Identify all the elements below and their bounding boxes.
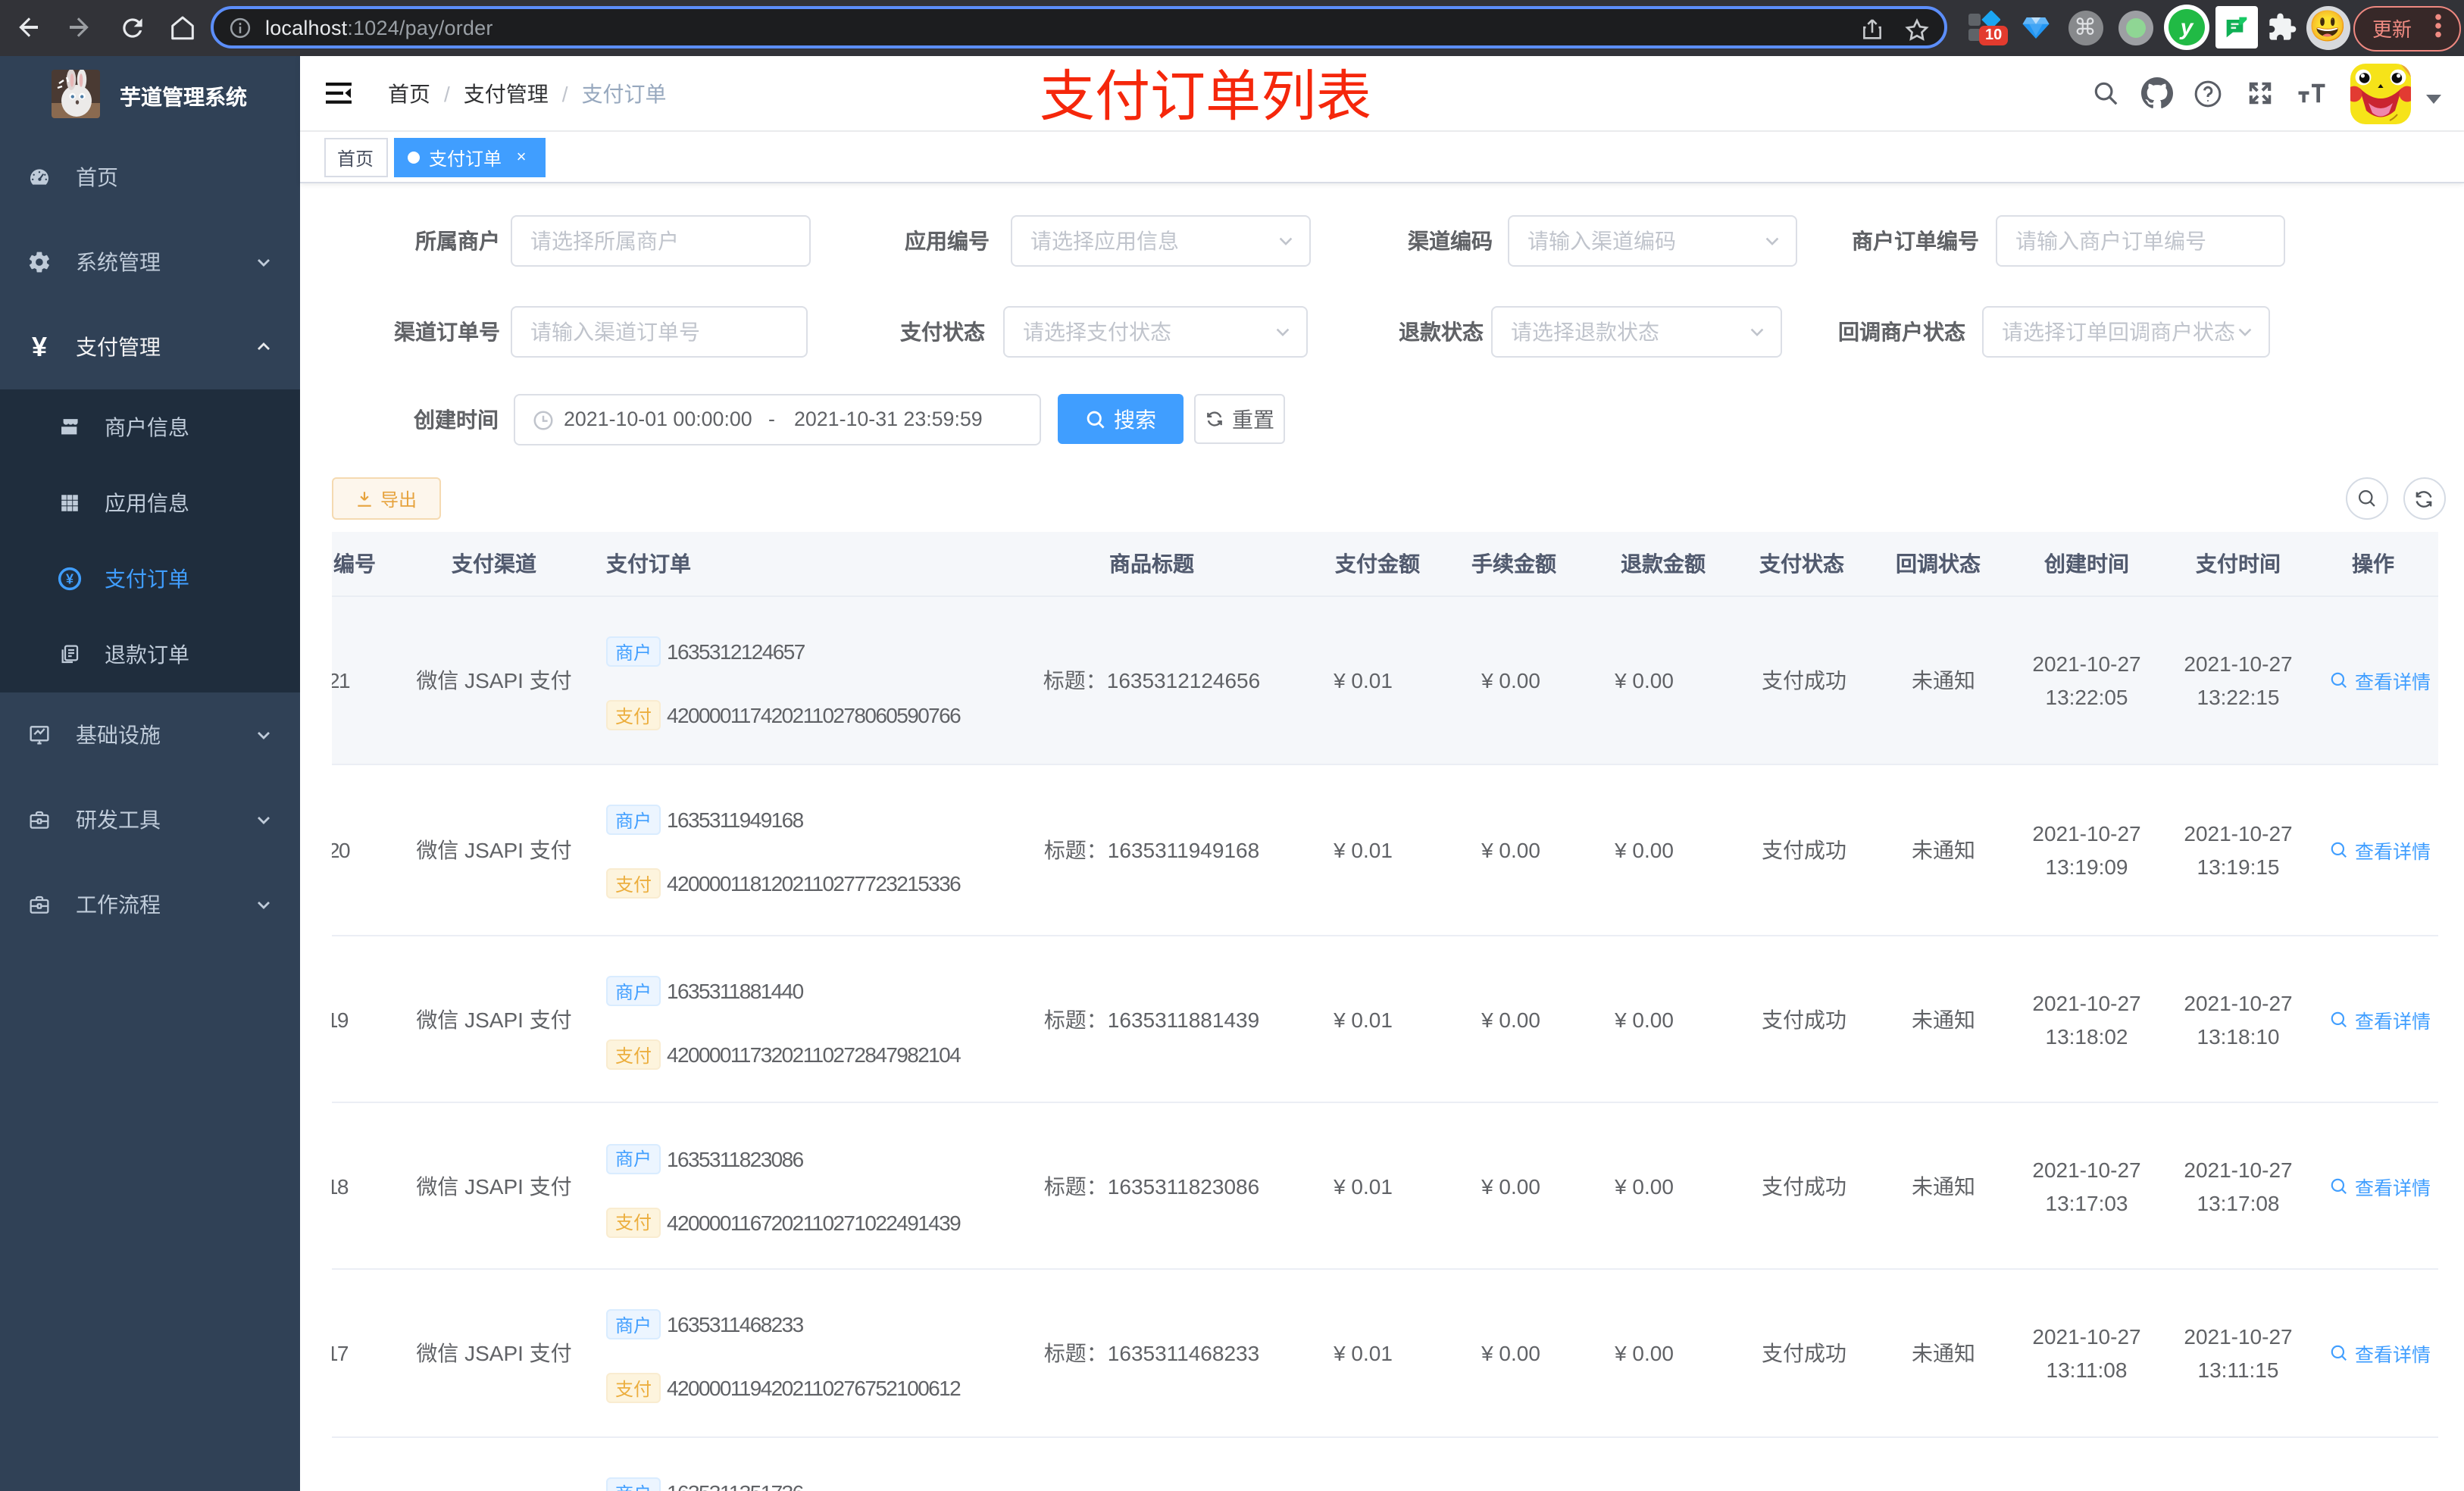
svg-text:¥: ¥ <box>65 570 73 586</box>
